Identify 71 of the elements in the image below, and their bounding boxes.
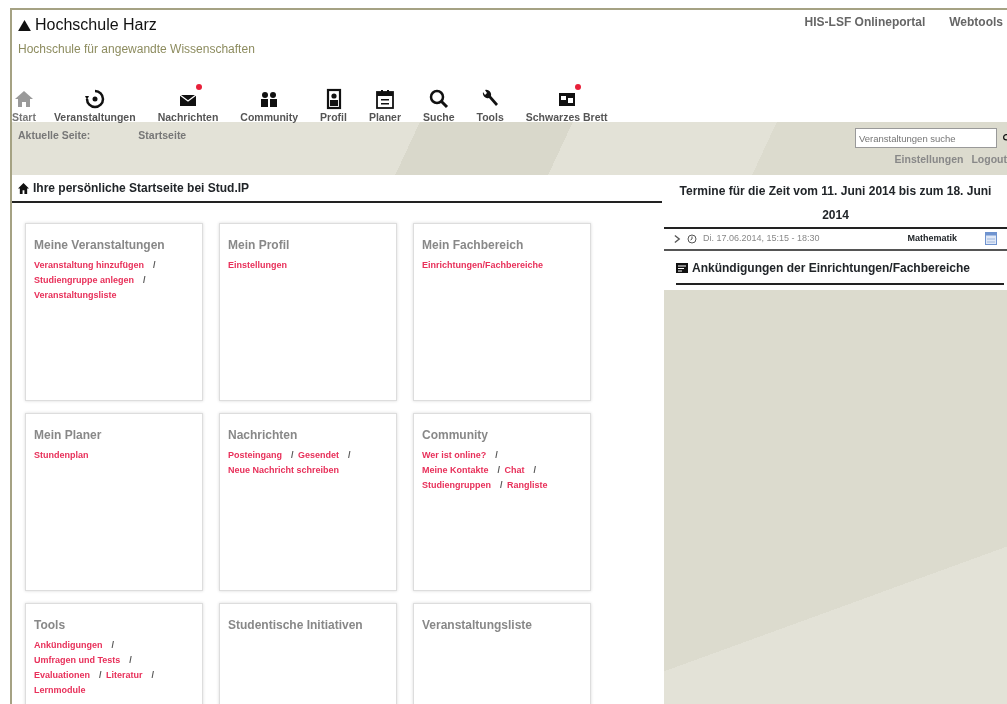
calendar-icon bbox=[373, 88, 396, 110]
user-link[interactable]: Einstellungen bbox=[894, 152, 964, 168]
widget-link[interactable]: Literatur bbox=[106, 670, 143, 680]
user-link[interactable]: Logout bbox=[971, 152, 1007, 168]
link-separator: / bbox=[129, 655, 132, 665]
announcement-icon bbox=[676, 262, 688, 273]
announcements-title: Ankündigungen der Einrichtungen/Fachbereiche bbox=[692, 259, 971, 277]
widget-link[interactable]: Veranstaltung hinzufügen bbox=[34, 260, 144, 270]
widget-link[interactable]: Einstellungen bbox=[228, 260, 287, 270]
nav-item[interactable]: Suche bbox=[423, 88, 455, 126]
widget-link[interactable]: Gesendet bbox=[298, 450, 340, 460]
link-separator: / bbox=[111, 640, 114, 650]
nav-item[interactable]: Planer bbox=[368, 88, 402, 126]
widget-link[interactable]: Chat bbox=[504, 465, 525, 475]
widget-link[interactable]: Ankündigungen bbox=[34, 640, 103, 650]
chevron-icon bbox=[674, 233, 681, 244]
nav-item[interactable]: Community bbox=[240, 88, 299, 126]
nav-item[interactable]: Tools bbox=[476, 88, 504, 126]
event-time: Di. 17.06.2014, 15:15 - 18:30 bbox=[703, 232, 820, 245]
widget-title: Mein Planer bbox=[34, 427, 103, 444]
widget-link[interactable]: Rangliste bbox=[507, 480, 548, 490]
widget-link[interactable]: Veranstaltungsliste bbox=[34, 290, 117, 300]
link-separator: / bbox=[143, 275, 146, 285]
widget-link[interactable]: Wer ist online? bbox=[422, 450, 487, 460]
clock-icon bbox=[687, 233, 697, 244]
link-separator: / bbox=[533, 465, 537, 475]
link-separator: / bbox=[348, 450, 351, 460]
search-field[interactable]: Veranstaltungen suche bbox=[855, 128, 997, 148]
breadcrumb-label: Aktuelle Seite: bbox=[18, 128, 91, 143]
home-icon bbox=[18, 182, 29, 194]
widget-title: Nachrichten bbox=[228, 427, 299, 444]
search-icon bbox=[427, 88, 450, 110]
widget-link[interactable]: Studiengruppe anlegen bbox=[34, 275, 134, 285]
circular-arrow-icon bbox=[83, 88, 106, 110]
widget-link[interactable]: Meine Kontakte bbox=[422, 465, 489, 475]
widget-title: Meine Veranstaltungen bbox=[34, 237, 166, 254]
link-separator: / bbox=[291, 450, 294, 460]
calendar-icon bbox=[985, 232, 997, 246]
widget-link[interactable]: Neue Nachricht schreiben bbox=[228, 465, 340, 475]
nav-item[interactable]: Nachrichten bbox=[157, 88, 219, 126]
widget-title: Mein Profil bbox=[228, 237, 291, 254]
link-separator: / bbox=[495, 450, 498, 460]
schedule-title: Termine für die Zeit vom 11. Juni 2014 bis zum 18. Juni 2014 bbox=[664, 179, 1007, 229]
widget-link[interactable]: Studiengruppen bbox=[422, 480, 491, 490]
widget-title: Mein Fachbereich bbox=[422, 237, 525, 254]
nav-item[interactable]: Profil bbox=[320, 88, 347, 126]
site-title: Hochschule Harz bbox=[35, 15, 157, 35]
widget-link[interactable]: Stundenplan bbox=[34, 450, 89, 460]
widget-link[interactable]: Einrichtungen/Fachbereiche bbox=[422, 260, 544, 270]
nav-item[interactable]: Veranstaltungen bbox=[53, 88, 136, 126]
page-heading: Ihre persönliche Startseite bei Stud.IP bbox=[33, 180, 250, 197]
top-link[interactable]: HIS-LSF Onlineportal bbox=[804, 13, 926, 58]
link-separator: / bbox=[497, 465, 501, 475]
nav-item[interactable]: Start bbox=[12, 88, 36, 126]
widget-title: Veranstaltungsliste bbox=[422, 617, 534, 634]
event-course[interactable]: Mathematik bbox=[907, 232, 957, 246]
link-separator: / bbox=[151, 670, 155, 680]
breadcrumb-link[interactable]: Startseite bbox=[138, 128, 187, 175]
logo-icon bbox=[18, 19, 31, 31]
top-link[interactable]: Webtools bbox=[949, 13, 1003, 58]
widget-title: Studentische Initiativen bbox=[228, 617, 364, 634]
site-subtitle: Hochschule für angewandte Wissenschaften bbox=[18, 41, 255, 58]
link-separator: / bbox=[153, 260, 156, 270]
widget-link[interactable]: Evaluationen bbox=[34, 670, 90, 680]
widget-link[interactable]: Umfragen und Tests bbox=[34, 655, 121, 665]
widget-title: Community bbox=[422, 427, 489, 444]
widget-title: Tools bbox=[34, 617, 67, 634]
link-separator: / bbox=[99, 670, 102, 680]
widget-link[interactable]: Lernmodule bbox=[34, 685, 86, 695]
link-separator: / bbox=[500, 480, 503, 490]
widget-link[interactable]: Posteingang bbox=[228, 450, 282, 460]
